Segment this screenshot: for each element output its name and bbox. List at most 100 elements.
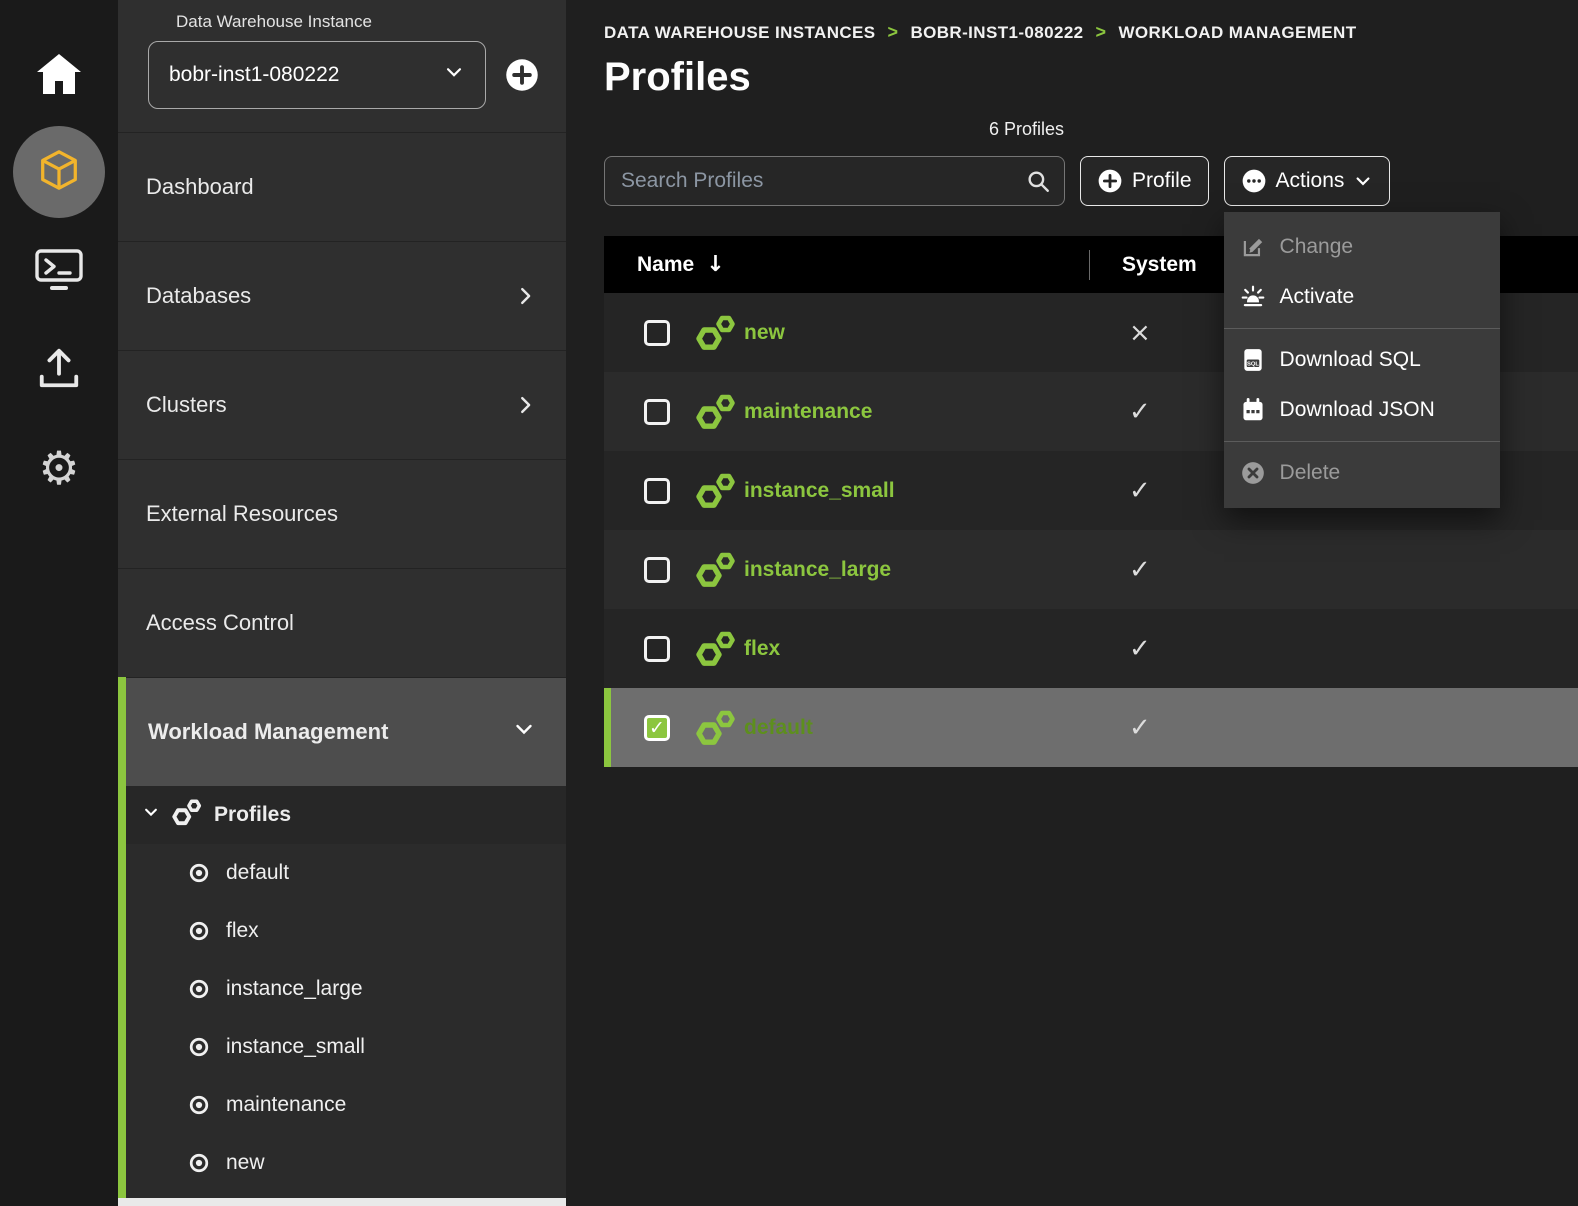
profile-hex-icon bbox=[696, 552, 736, 588]
chevron-right-icon bbox=[514, 394, 536, 416]
row-checkbox[interactable] bbox=[644, 557, 670, 583]
menu-item-activate[interactable]: Activate bbox=[1224, 272, 1500, 322]
profile-name: instance_small bbox=[744, 479, 895, 503]
cube-icon bbox=[36, 147, 82, 198]
table-row-default[interactable]: ✓ default ✓ bbox=[604, 688, 1578, 767]
column-header-system[interactable]: System bbox=[1090, 253, 1197, 277]
menu-item-download-sql[interactable]: SQL Download SQL bbox=[1224, 335, 1500, 385]
profiles-hex-icon bbox=[172, 799, 202, 832]
toolbar: Profile Actions Change Activate bbox=[604, 156, 1578, 206]
sidebar-profile-maintenance[interactable]: maintenance bbox=[126, 1076, 566, 1134]
chevron-down-icon bbox=[512, 717, 536, 747]
sidebar-item-access-control[interactable]: Access Control bbox=[118, 568, 566, 677]
system-cell: ✓ bbox=[1089, 713, 1151, 743]
row-checkbox[interactable] bbox=[644, 399, 670, 425]
sidebar-item-label: Workload Management bbox=[148, 719, 388, 745]
sidebar-profile-instance-small[interactable]: instance_small bbox=[126, 1018, 566, 1076]
name-cell: ✓ default bbox=[611, 710, 1089, 746]
profile-hex-icon bbox=[696, 631, 736, 667]
actions-menu: Change Activate SQL Download SQL Downloa… bbox=[1224, 212, 1500, 508]
sidebar-profile-instance-large[interactable]: instance_large bbox=[126, 960, 566, 1018]
profile-name: new bbox=[744, 321, 785, 345]
upload-icon bbox=[36, 346, 82, 395]
sort-descending-icon[interactable]: ↓ bbox=[706, 252, 724, 277]
actions-button[interactable]: Actions bbox=[1224, 156, 1391, 206]
terminal-icon bbox=[34, 247, 84, 298]
breadcrumb-separator: > bbox=[1096, 22, 1107, 43]
instance-block: Data Warehouse Instance bobr-inst1-08022… bbox=[118, 0, 566, 132]
name-cell: new bbox=[611, 315, 1089, 351]
menu-item-label: Download SQL bbox=[1280, 348, 1421, 372]
search-icon[interactable] bbox=[1025, 168, 1051, 199]
sidebar-item-dashboard[interactable]: Dashboard bbox=[118, 132, 566, 241]
sidebar-profile-label: default bbox=[226, 861, 289, 885]
settings-button[interactable]: ⚙ bbox=[31, 442, 87, 494]
home-icon bbox=[35, 52, 83, 101]
home-button[interactable] bbox=[31, 50, 87, 102]
row-checkbox[interactable] bbox=[644, 636, 670, 662]
main-content: DATA WAREHOUSE INSTANCES > BOBR-INST1-0802… bbox=[566, 0, 1578, 1206]
instance-nav-button[interactable] bbox=[13, 126, 105, 218]
instance-select[interactable]: bobr-inst1-080222 bbox=[148, 41, 486, 109]
instance-value: bobr-inst1-080222 bbox=[169, 63, 339, 87]
sidebar-item-databases[interactable]: Databases bbox=[118, 241, 566, 350]
sql-file-icon: SQL bbox=[1240, 347, 1266, 373]
sidebar-item-workload-management[interactable]: Workload Management bbox=[126, 677, 566, 786]
sidebar-profiles-header[interactable]: Profiles bbox=[126, 786, 566, 844]
profile-hex-icon bbox=[696, 315, 736, 351]
chevron-down-icon bbox=[142, 803, 160, 827]
app: ⚙ Data Warehouse Instance bobr-inst1-080… bbox=[0, 0, 1578, 1206]
name-cell: flex bbox=[611, 631, 1089, 667]
workload-management-section: Workload Management Profiles default fle… bbox=[118, 677, 566, 1206]
menu-item-download-json[interactable]: Download JSON bbox=[1224, 385, 1500, 435]
system-cell: × bbox=[1089, 318, 1151, 348]
sidebar-profile-flex[interactable]: flex bbox=[126, 902, 566, 960]
profile-hex-icon bbox=[696, 394, 736, 430]
menu-item-change[interactable]: Change bbox=[1224, 222, 1500, 272]
instance-label: Data Warehouse Instance bbox=[176, 12, 540, 32]
terminal-button[interactable] bbox=[31, 246, 87, 298]
sidebar-profile-label: maintenance bbox=[226, 1093, 346, 1117]
chevron-right-icon bbox=[514, 285, 536, 307]
svg-text:SQL: SQL bbox=[1247, 361, 1259, 367]
menu-item-label: Activate bbox=[1280, 285, 1355, 309]
row-checkbox[interactable] bbox=[644, 478, 670, 504]
breadcrumb-item[interactable]: DATA WAREHOUSE INSTANCES bbox=[604, 23, 876, 43]
name-cell: maintenance bbox=[611, 394, 1089, 430]
profiles-header-label: Profiles bbox=[214, 803, 291, 827]
sidebar-item-label: Databases bbox=[146, 283, 251, 309]
profile-hex-icon bbox=[696, 473, 736, 509]
sidebar-item-label: External Resources bbox=[146, 501, 338, 527]
page-title: Profiles bbox=[604, 53, 1578, 101]
row-checkbox[interactable]: ✓ bbox=[644, 715, 670, 741]
profile-bullet-icon bbox=[188, 920, 210, 942]
activate-icon bbox=[1240, 284, 1266, 310]
system-cell: ✓ bbox=[1089, 555, 1151, 585]
row-checkbox[interactable] bbox=[644, 320, 670, 346]
add-profile-label: Profile bbox=[1132, 169, 1192, 193]
table-row-instance-large[interactable]: instance_large ✓ bbox=[604, 530, 1578, 609]
sidebar-profile-default[interactable]: default bbox=[126, 844, 566, 902]
sidebar-bottom-edge bbox=[118, 1198, 566, 1206]
name-cell: instance_large bbox=[611, 552, 1089, 588]
system-cell: ✓ bbox=[1089, 397, 1151, 427]
sidebar-item-external-resources[interactable]: External Resources bbox=[118, 459, 566, 568]
menu-item-delete[interactable]: Delete bbox=[1224, 448, 1500, 498]
column-header-name[interactable]: Name ↓ bbox=[604, 252, 1089, 277]
ellipsis-circle-icon bbox=[1241, 168, 1267, 194]
search-profiles-input[interactable] bbox=[604, 156, 1065, 206]
menu-divider bbox=[1224, 441, 1500, 442]
sidebar-item-clusters[interactable]: Clusters bbox=[118, 350, 566, 459]
table-row-flex[interactable]: flex ✓ bbox=[604, 609, 1578, 688]
add-profile-button[interactable]: Profile bbox=[1080, 156, 1209, 206]
sidebar: Data Warehouse Instance bobr-inst1-08022… bbox=[118, 0, 566, 1206]
add-instance-button[interactable] bbox=[504, 57, 540, 93]
upload-button[interactable] bbox=[31, 344, 87, 396]
breadcrumb-item[interactable]: WORKLOAD MANAGEMENT bbox=[1118, 23, 1356, 43]
plus-circle-icon bbox=[1097, 168, 1123, 194]
profile-name: maintenance bbox=[744, 400, 872, 424]
profiles-tree: default flex instance_large instance_sma… bbox=[126, 844, 566, 1192]
sidebar-profile-label: new bbox=[226, 1151, 265, 1175]
breadcrumb-item[interactable]: BOBR-INST1-080222 bbox=[910, 23, 1083, 43]
sidebar-profile-new[interactable]: new bbox=[126, 1134, 566, 1192]
